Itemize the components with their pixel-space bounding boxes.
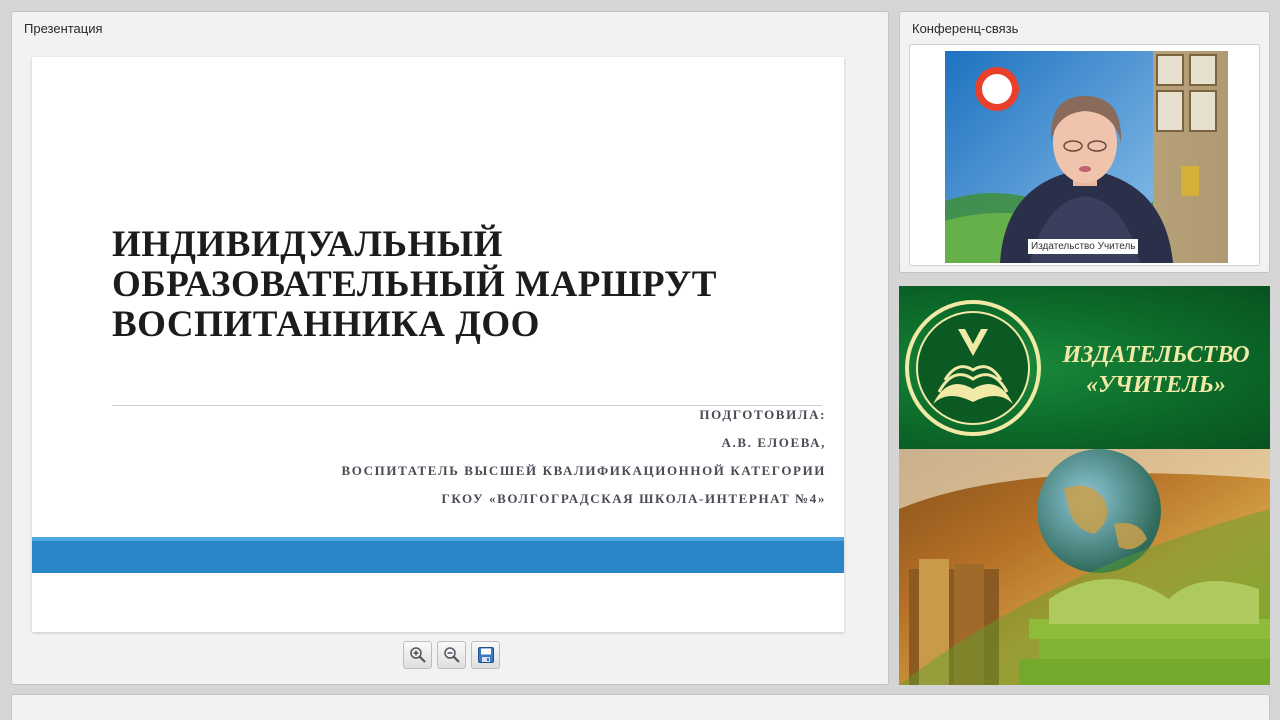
presentation-slide: ИНДИВИДУАЛЬНЫЙ ОБРАЗОВАТЕЛЬНЫЙ МАРШРУТ В…	[32, 57, 844, 632]
presentation-panel-title: Презентация	[24, 21, 103, 36]
publisher-logo-icon	[905, 300, 1041, 436]
publisher-banner: ИЗДАТЕЛЬСТВО «УЧИТЕЛЬ»	[899, 286, 1270, 449]
slide-author-line: ПОДГОТОВИЛА:	[699, 407, 826, 422]
publisher-name-line: ИЗДАТЕЛЬСТВО	[1062, 342, 1250, 368]
zoom-in-icon	[409, 647, 426, 663]
participant-video[interactable]: Издательство Учитель	[945, 51, 1228, 263]
books-globe-illustration	[899, 449, 1270, 685]
zoom-out-icon	[443, 647, 460, 663]
slide-title-line: ИНДИВИДУАЛЬНЫЙ	[112, 224, 503, 265]
save-button[interactable]	[471, 641, 500, 669]
publisher-name: ИЗДАТЕЛЬСТВО «УЧИТЕЛЬ»	[1049, 340, 1263, 400]
books-globe-image	[899, 449, 1270, 685]
zoom-in-button[interactable]	[403, 641, 432, 669]
save-icon	[477, 647, 494, 663]
video-frame: Издательство Учитель	[909, 44, 1260, 266]
video-scene	[945, 51, 1228, 263]
slide-toolbar	[403, 641, 500, 669]
conference-panel: Конференц-связь Издательство Учитель	[899, 11, 1270, 273]
conference-panel-title: Конференц-связь	[912, 21, 1019, 36]
slide-author-line: А.В. ЕЛОЕВА,	[721, 435, 826, 450]
slide-author-line: ГКОУ «ВОЛГОГРАДСКАЯ ШКОЛА-ИНТЕРНАТ №4»	[441, 491, 826, 506]
slide-author-block: ПОДГОТОВИЛА: А.В. ЕЛОЕВА, ВОСПИТАТЕЛЬ ВЫ…	[342, 401, 826, 513]
slide-title: ИНДИВИДУАЛЬНЫЙ ОБРАЗОВАТЕЛЬНЫЙ МАРШРУТ В…	[112, 225, 812, 345]
slide-author-line: ВОСПИТАТЕЛЬ ВЫСШЕЙ КВАЛИФИКАЦИОННОЙ КАТЕ…	[341, 463, 826, 478]
bottom-panel	[11, 694, 1270, 720]
slide-accent-band	[32, 537, 844, 573]
slide-title-line: ВОСПИТАННИКА ДОО	[112, 304, 540, 345]
publisher-name-line: «УЧИТЕЛЬ»	[1086, 372, 1226, 398]
presentation-panel: Презентация ИНДИВИДУАЛЬНЫЙ ОБРАЗОВАТЕЛЬН…	[11, 11, 889, 685]
slide-title-line: ОБРАЗОВАТЕЛЬНЫЙ МАРШРУТ	[112, 264, 717, 305]
zoom-out-button[interactable]	[437, 641, 466, 669]
participant-name-label: Издательство Учитель	[1028, 239, 1139, 254]
